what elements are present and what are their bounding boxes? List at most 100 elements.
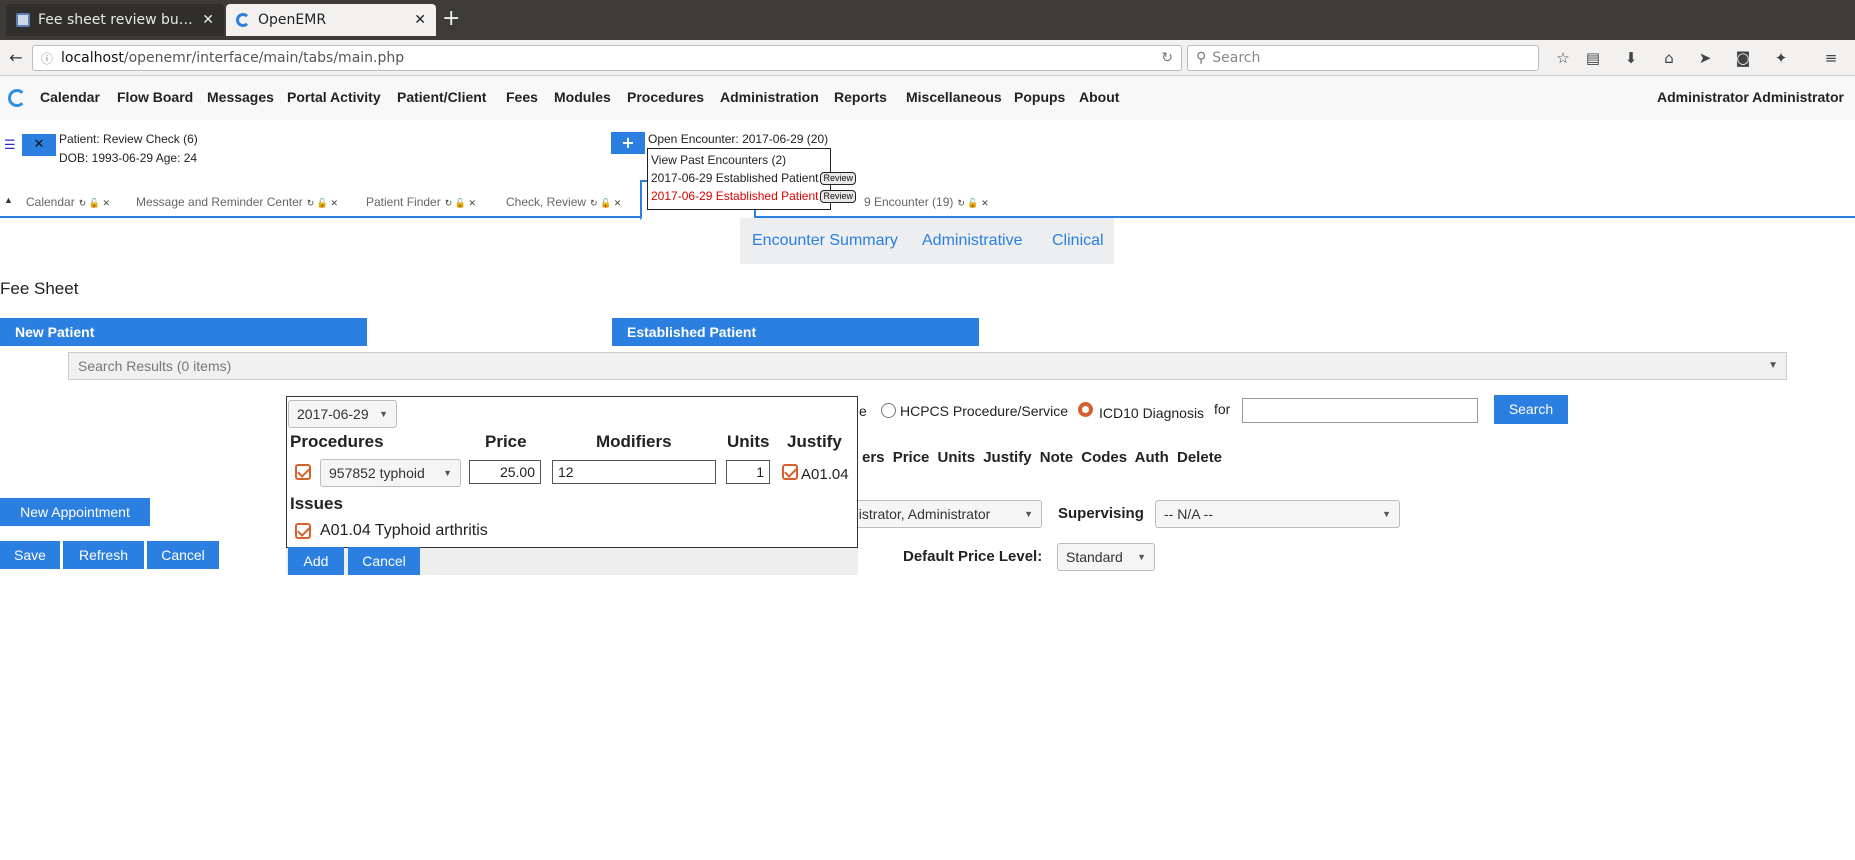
search-icon: ⚲ <box>1196 50 1207 66</box>
procedure-select[interactable]: 957852 typhoid ▼ <box>320 459 461 487</box>
send-icon[interactable]: ➤ <box>1695 48 1715 68</box>
view-past-encounters[interactable]: View Past Encounters (2) <box>651 151 827 169</box>
search-placeholder: Search <box>1212 50 1261 66</box>
for-label: for <box>1214 401 1231 417</box>
menu-about[interactable]: About <box>1079 89 1119 105</box>
menu-portal-activity[interactable]: Portal Activity <box>287 89 381 105</box>
cancel-button[interactable]: Cancel <box>147 541 219 569</box>
new-encounter-button[interactable]: + <box>611 132 645 154</box>
tab-title: OpenEMR <box>258 12 327 28</box>
save-button[interactable]: Save <box>0 541 60 569</box>
refresh-button[interactable]: Refresh <box>63 541 144 569</box>
back-icon[interactable]: ← <box>4 46 28 70</box>
menu-calendar[interactable]: Calendar <box>40 89 100 105</box>
new-patient-header[interactable]: New Patient <box>0 318 367 346</box>
justify-checkbox[interactable] <box>782 464 798 480</box>
price-level-label: Default Price Level: <box>903 548 1043 565</box>
info-icon[interactable]: ⓘ <box>41 50 53 67</box>
past-encounter-item[interactable]: 2017-06-29 Established Patient Review <box>651 169 856 187</box>
collapse-icon[interactable]: ▲ <box>4 195 13 205</box>
url-host: localhost <box>61 50 124 66</box>
menu-modules[interactable]: Modules <box>554 89 611 105</box>
tab-encounter[interactable]: 9 Encounter (19) ↻ 🔓 ✕ <box>864 195 989 209</box>
established-patient-header[interactable]: Established Patient <box>612 318 979 346</box>
rendering-provider-select[interactable]: nistrator, Administrator ▼ <box>843 500 1042 528</box>
dialog-cancel-button[interactable]: Cancel <box>348 547 420 575</box>
tab-calendar[interactable]: Calendar ↻ 🔓 ✕ <box>26 195 110 209</box>
issue-label: A01.04 Typhoid arthritis <box>320 522 488 539</box>
menu-popups[interactable]: Popups <box>1014 89 1065 105</box>
hamburger-menu-icon[interactable]: ≡ <box>1821 48 1841 68</box>
patient-list-icon[interactable]: ☰ <box>4 138 18 153</box>
supervising-label: Supervising <box>1058 505 1144 522</box>
modifiers-input[interactable]: 12 <box>552 460 716 484</box>
menu-reports[interactable]: Reports <box>834 89 887 105</box>
modifiers-header: Modifiers <box>596 432 672 451</box>
pocket-icon[interactable]: ◙ <box>1733 48 1753 68</box>
past-encounter-item[interactable]: 2017-06-29 Established Patient Review <box>651 187 856 205</box>
administrative-link[interactable]: Administrative <box>922 232 1022 250</box>
tab-message-center[interactable]: Message and Reminder Center ↻ 🔓 ✕ <box>136 195 338 209</box>
issue-checkbox[interactable] <box>295 523 311 539</box>
search-results-select[interactable]: Search Results (0 items) ▼ <box>68 352 1787 380</box>
tab-patient-finder[interactable]: Patient Finder ↻ 🔓 ✕ <box>366 195 476 209</box>
search-button[interactable]: Search <box>1494 395 1568 424</box>
procedure-checkbox[interactable] <box>295 464 311 480</box>
radio-label-cut: e <box>859 403 867 419</box>
encounter-summary-link[interactable]: Encounter Summary <box>752 232 898 250</box>
menu-patient-client[interactable]: Patient/Client <box>397 89 486 105</box>
justify-code: A01.04 <box>801 466 849 483</box>
close-icon[interactable]: ✕ <box>202 12 214 28</box>
encounter-date-select[interactable]: 2017-06-29 ▼ <box>288 400 397 428</box>
menu-flow-board[interactable]: Flow Board <box>117 89 193 105</box>
issues-header: Issues <box>290 494 343 513</box>
user-menu[interactable]: Administrator Administrator <box>1657 89 1844 105</box>
openemr-logo-icon[interactable] <box>8 89 26 107</box>
download-icon[interactable]: ⬇ <box>1621 48 1641 68</box>
hcpcs-radio[interactable] <box>881 403 896 418</box>
menu-administration[interactable]: Administration <box>720 89 819 105</box>
supervising-select[interactable]: -- N/A -- ▼ <box>1155 500 1400 528</box>
tab-check-review[interactable]: Check, Review ↻ 🔓 ✕ <box>506 195 621 209</box>
reload-icon[interactable]: ↻ <box>1161 50 1173 66</box>
icd10-radio[interactable] <box>1078 402 1093 417</box>
justify-header: Justify <box>787 432 842 451</box>
tab-title: Fee sheet review bu… <box>38 12 193 28</box>
url-path: /openemr/interface/main/tabs/main.php <box>123 50 405 66</box>
bookmark-star-icon[interactable]: ☆ <box>1553 48 1573 68</box>
browser-search-input[interactable]: ⚲ Search <box>1187 45 1539 71</box>
procedures-header: Procedures <box>290 432 384 451</box>
units-header: Units <box>727 432 770 451</box>
menu-messages[interactable]: Messages <box>207 89 274 105</box>
reading-list-icon[interactable]: ▤ <box>1583 48 1603 68</box>
units-input[interactable]: 1 <box>726 460 770 484</box>
browser-tab-fee-sheet[interactable]: Fee sheet review bu… ✕ <box>6 4 224 36</box>
add-button[interactable]: Add <box>288 547 344 575</box>
icd10-label: ICD10 Diagnosis <box>1099 405 1205 421</box>
url-bar[interactable]: ⓘ localhost/openemr/interface/main/tabs/… <box>32 45 1182 71</box>
patient-dob: DOB: 1993-06-29 Age: 24 <box>59 151 198 165</box>
patient-name: Patient: Review Check (6) <box>59 132 198 146</box>
menu-miscellaneous[interactable]: Miscellaneous <box>906 89 1002 105</box>
clinical-link[interactable]: Clinical <box>1052 232 1104 250</box>
menu-procedures[interactable]: Procedures <box>627 89 704 105</box>
past-encounters-popup: View Past Encounters (2) 2017-06-29 Esta… <box>647 148 856 210</box>
close-icon[interactable]: ✕ <box>414 12 426 28</box>
page-title: Fee Sheet <box>0 279 79 298</box>
open-encounter: Open Encounter: 2017-06-29 (20) <box>648 132 829 146</box>
new-tab-icon[interactable]: + <box>442 6 460 31</box>
review-button[interactable]: Review <box>820 171 856 185</box>
home-icon[interactable]: ⌂ <box>1659 48 1679 68</box>
price-level-select[interactable]: Standard ▼ <box>1057 543 1155 571</box>
review-button[interactable]: Review <box>820 189 856 203</box>
extension-icon[interactable]: ✦ <box>1771 48 1791 68</box>
browser-tab-openemr[interactable]: OpenEMR ✕ <box>226 4 436 36</box>
new-appointment-button[interactable]: New Appointment <box>0 498 150 526</box>
code-search-input[interactable] <box>1242 398 1478 423</box>
hcpcs-label: HCPCS Procedure/Service <box>900 403 1069 419</box>
close-patient-button[interactable]: ✕ <box>22 134 56 156</box>
price-header: Price <box>485 432 527 451</box>
fee-table-headers: ers Price Units Justify Note Codes Auth … <box>862 449 1223 466</box>
menu-fees[interactable]: Fees <box>506 89 538 105</box>
price-input[interactable]: 25.00 <box>469 460 541 484</box>
